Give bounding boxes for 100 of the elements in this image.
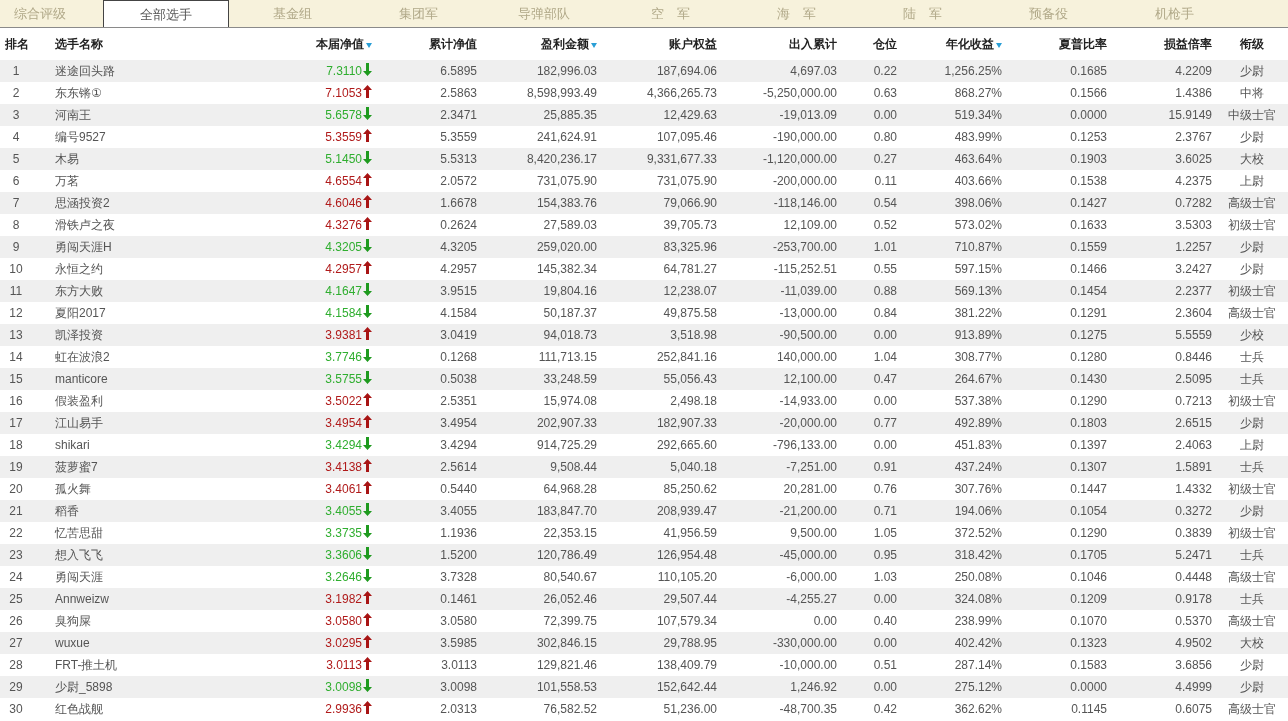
pl-ratio-cell: 4.2375 [1175, 174, 1212, 188]
profit-cell: 241,624.91 [536, 130, 597, 144]
sharpe-cell: 0.1454 [1070, 284, 1107, 298]
net-value-cell: 3.2646 [325, 570, 362, 584]
tab[interactable]: 预备役 [985, 0, 1111, 27]
sharpe-cell: 0.1253 [1070, 130, 1107, 144]
position-cell: 0.00 [873, 438, 897, 452]
grade-cell: 士兵 [1239, 590, 1264, 608]
cumulative-net-cell: 0.5440 [440, 482, 477, 496]
tab[interactable]: 集团军 [355, 0, 481, 27]
sharpe-cell: 0.1275 [1070, 328, 1107, 342]
position-cell: 0.63 [873, 86, 897, 100]
cumulative-net-cell: 4.3205 [440, 240, 477, 254]
player-name-cell: 稻香 [55, 502, 79, 520]
in-out-cell: -7,251.00 [786, 460, 837, 474]
pl-ratio-cell: 3.6856 [1175, 658, 1212, 672]
sharpe-cell: 0.1566 [1070, 86, 1107, 100]
position-cell: 0.71 [873, 504, 897, 518]
profit-cell: 914,725.29 [536, 438, 597, 452]
profit-cell: 25,885.35 [543, 108, 597, 122]
cumulative-net-cell: 4.1584 [440, 306, 477, 320]
column-header: 衔级 [1239, 35, 1264, 53]
cumulative-net-cell: 0.5038 [440, 372, 477, 386]
player-name-cell: shikari [55, 438, 90, 452]
position-cell: 0.42 [873, 702, 897, 716]
profit-cell: 72,399.75 [543, 614, 597, 628]
profit-cell: 19,804.16 [543, 284, 597, 298]
tab[interactable]: 全部选手 [103, 0, 229, 27]
rank-cell: 22 [9, 526, 23, 540]
equity-cell: 4,366,265.73 [646, 86, 717, 100]
profit-cell: 26,052.46 [543, 592, 597, 606]
equity-cell: 138,409.79 [656, 658, 717, 672]
column-header[interactable]: 本届净值 [316, 35, 364, 53]
cumulative-net-cell: 0.2624 [440, 218, 477, 232]
position-cell: 0.00 [873, 592, 897, 606]
grade-cell: 中级士官 [1227, 106, 1276, 124]
net-value-cell: 3.0580 [325, 614, 362, 628]
tab[interactable]: 空 军 [607, 0, 733, 27]
net-value-cell: 5.3559 [325, 130, 362, 144]
sort-icon[interactable] [366, 42, 372, 48]
annual-return-cell: 362.62% [954, 702, 1002, 716]
annual-return-cell: 868.27% [954, 86, 1002, 100]
grade-cell: 士兵 [1239, 370, 1264, 388]
equity-cell: 9,331,677.33 [646, 152, 717, 166]
cumulative-net-cell: 5.3559 [440, 130, 477, 144]
column-header[interactable]: 年化收益 [946, 35, 994, 53]
equity-cell: 85,250.62 [663, 482, 717, 496]
sort-icon[interactable] [591, 42, 597, 48]
rank-cell: 19 [9, 460, 23, 474]
pl-ratio-cell: 4.4999 [1175, 680, 1212, 694]
cumulative-net-cell: 2.0572 [440, 174, 477, 188]
sharpe-cell: 0.1705 [1070, 548, 1107, 562]
player-name-cell: 忆苦思甜 [55, 524, 103, 542]
column-header: 损益倍率 [1164, 35, 1212, 53]
tab[interactable]: 陆 军 [859, 0, 985, 27]
cumulative-net-cell: 2.5351 [440, 394, 477, 408]
position-cell: 0.51 [873, 658, 897, 672]
rank-cell: 4 [12, 130, 20, 144]
cumulative-net-cell: 3.9515 [440, 284, 477, 298]
rank-cell: 10 [9, 262, 23, 276]
sharpe-cell: 0.0000 [1070, 680, 1107, 694]
rank-cell: 8 [12, 218, 20, 232]
net-value-cell: 3.4954 [325, 416, 362, 430]
column-header: 出入累计 [789, 35, 837, 53]
tab[interactable]: 海 军 [733, 0, 859, 27]
pl-ratio-cell: 0.9178 [1175, 592, 1212, 606]
position-cell: 0.80 [873, 130, 897, 144]
net-value-cell: 3.1982 [325, 592, 362, 606]
column-header[interactable]: 盈利金额 [541, 35, 589, 53]
cumulative-net-cell: 0.1268 [440, 350, 477, 364]
pl-ratio-cell: 0.6075 [1175, 702, 1212, 716]
pl-ratio-cell: 0.3272 [1175, 504, 1212, 518]
annual-return-cell: 307.76% [954, 482, 1002, 496]
rank-cell: 13 [9, 328, 23, 342]
annual-return-cell: 483.99% [954, 130, 1002, 144]
profit-cell: 9,508.44 [550, 460, 597, 474]
tab[interactable]: 导弹部队 [481, 0, 607, 27]
tab[interactable]: 综合评级 [0, 0, 103, 27]
in-out-cell: -4,255.27 [786, 592, 837, 606]
rank-cell: 26 [9, 614, 23, 628]
pl-ratio-cell: 3.5303 [1175, 218, 1212, 232]
player-name-cell: 假装盈利 [55, 392, 103, 410]
pl-ratio-cell: 0.5370 [1175, 614, 1212, 628]
pl-ratio-cell: 1.4332 [1175, 482, 1212, 496]
tab[interactable]: 基金组 [229, 0, 355, 27]
annual-return-cell: 573.02% [954, 218, 1002, 232]
position-cell: 0.22 [873, 64, 897, 78]
equity-cell: 79,066.90 [663, 196, 717, 210]
rank-cell: 15 [9, 372, 23, 386]
grade-cell: 少尉 [1239, 502, 1264, 520]
net-value-cell: 5.6578 [325, 108, 362, 122]
equity-cell: 12,429.63 [663, 108, 717, 122]
rank-cell: 1 [12, 64, 20, 78]
tab[interactable]: 机枪手 [1111, 0, 1237, 27]
annual-return-cell: 275.12% [954, 680, 1002, 694]
profit-cell: 8,420,236.17 [526, 152, 597, 166]
annual-return-cell: 287.14% [954, 658, 1002, 672]
equity-cell: 41,956.59 [663, 526, 717, 540]
rank-cell: 5 [12, 152, 20, 166]
sort-icon[interactable] [996, 42, 1002, 48]
